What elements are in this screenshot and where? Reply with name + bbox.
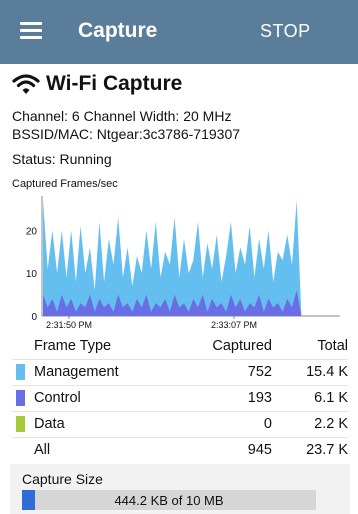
table-row-control: Control 193 6.1 K [12, 386, 348, 412]
frames-per-second-chart: 0 10 20 2:31:50 PM 2:33:07 PM [26, 196, 340, 330]
row-name: Management [34, 364, 119, 380]
row-total: 2.2 K [314, 416, 348, 432]
stop-button[interactable]: STOP [260, 21, 311, 42]
wifi-icon [12, 74, 40, 94]
capture-size-text: 444.2 KB of 10 MB [114, 493, 224, 508]
capture-size-title: Capture Size [22, 471, 103, 487]
row-name: All [34, 442, 51, 458]
row-captured: 752 [247, 364, 272, 380]
row-captured: 193 [247, 390, 272, 406]
column-header-total: Total [317, 338, 348, 354]
table-row-data: Data 0 2.2 K [12, 412, 348, 438]
row-captured: 945 [247, 442, 272, 458]
row-total: 23.7 K [306, 442, 348, 458]
control-color-swatch [16, 390, 25, 406]
capture-heading: Wi-Fi Capture [12, 70, 182, 98]
row-name: Data [34, 416, 65, 432]
capture-size-progress-bar: 444.2 KB of 10 MB [22, 490, 316, 510]
y-tick-label: 10 [26, 269, 38, 280]
bssid-info: BSSID/MAC: Ntgear:3c3786-719307 [12, 126, 241, 142]
y-tick-label: 0 [31, 312, 37, 323]
row-captured: 0 [263, 416, 272, 432]
hamburger-menu-icon[interactable] [20, 22, 42, 40]
capture-size-section: Capture Size 444.2 KB of 10 MB [10, 464, 350, 514]
heading-title: Wi-Fi Capture [46, 72, 183, 95]
channel-info: Channel: 6 Channel Width: 20 MHz [12, 108, 232, 124]
data-color-swatch [16, 416, 25, 432]
x-tick-label: 2:31:50 PM [46, 320, 92, 330]
column-header-frame-type: Frame Type [34, 338, 112, 354]
chart-title: Captured Frames/sec [12, 178, 118, 190]
row-total: 6.1 K [314, 390, 348, 406]
management-color-swatch [16, 364, 25, 380]
y-tick-label: 20 [26, 226, 38, 237]
app-bar: Capture STOP [0, 0, 358, 64]
table-row-all: All 945 23.7 K [12, 438, 348, 463]
table-header: Frame Type Captured Total [12, 334, 348, 360]
row-name: Control [34, 390, 81, 406]
frame-type-table: Frame Type Captured Total Management 752… [12, 334, 348, 463]
table-row-management: Management 752 15.4 K [12, 360, 348, 386]
x-tick-label: 2:33:07 PM [211, 320, 257, 330]
column-header-captured: Captured [212, 338, 272, 354]
page-title: Capture [78, 19, 158, 42]
status-info: Status: Running [12, 151, 112, 167]
row-total: 15.4 K [306, 364, 348, 380]
